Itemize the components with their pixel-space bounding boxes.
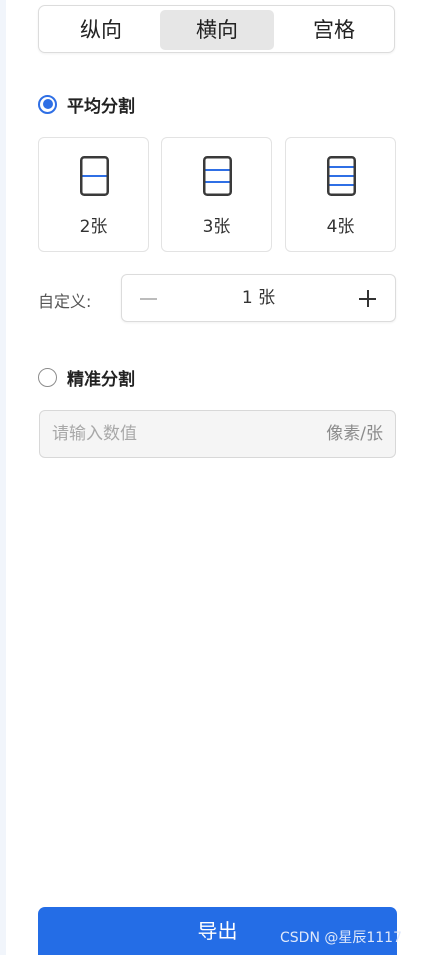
tab-vertical[interactable]: 纵向 xyxy=(43,10,159,50)
precise-split-radio[interactable] xyxy=(38,367,57,387)
tab-grid[interactable]: 宫格 xyxy=(276,10,392,50)
split-option-3[interactable]: 3张 xyxy=(161,137,272,252)
custom-count-label: 自定义: xyxy=(38,292,92,311)
precise-unit-label: 像素/张 xyxy=(326,424,383,444)
even-split-radio[interactable] xyxy=(38,94,57,114)
split-option-label: 4张 xyxy=(326,217,355,237)
even-split-label: 平均分割 xyxy=(67,96,135,117)
custom-count-stepper[interactable]: 1 张 xyxy=(121,274,396,322)
precise-split-label: 精准分割 xyxy=(67,369,135,390)
even-split-option[interactable]: 平均分割 xyxy=(38,93,135,117)
split-2-icon xyxy=(80,156,109,196)
split-4-icon xyxy=(327,156,356,196)
precise-value-input[interactable] xyxy=(52,411,302,457)
split-3-icon xyxy=(203,156,232,196)
split-option-2[interactable]: 2张 xyxy=(38,137,149,252)
left-edge-strip xyxy=(0,0,6,955)
plus-icon[interactable] xyxy=(353,283,383,313)
split-option-4[interactable]: 4张 xyxy=(285,137,396,252)
split-option-label: 3张 xyxy=(202,217,231,237)
tab-horizontal[interactable]: 横向 xyxy=(160,10,274,50)
orientation-tabs: 纵向 横向 宫格 xyxy=(38,5,395,53)
split-option-label: 2张 xyxy=(79,217,108,237)
precise-value-field: 像素/张 xyxy=(39,410,396,458)
minus-icon[interactable] xyxy=(134,283,164,313)
watermark: CSDN @星辰1117 xyxy=(280,930,402,946)
precise-split-option[interactable]: 精准分割 xyxy=(38,366,135,390)
split-export-panel: 纵向 横向 宫格 平均分割 2张 3张 4张 自定义: 1 张 精准分割 请输入… xyxy=(0,0,427,955)
